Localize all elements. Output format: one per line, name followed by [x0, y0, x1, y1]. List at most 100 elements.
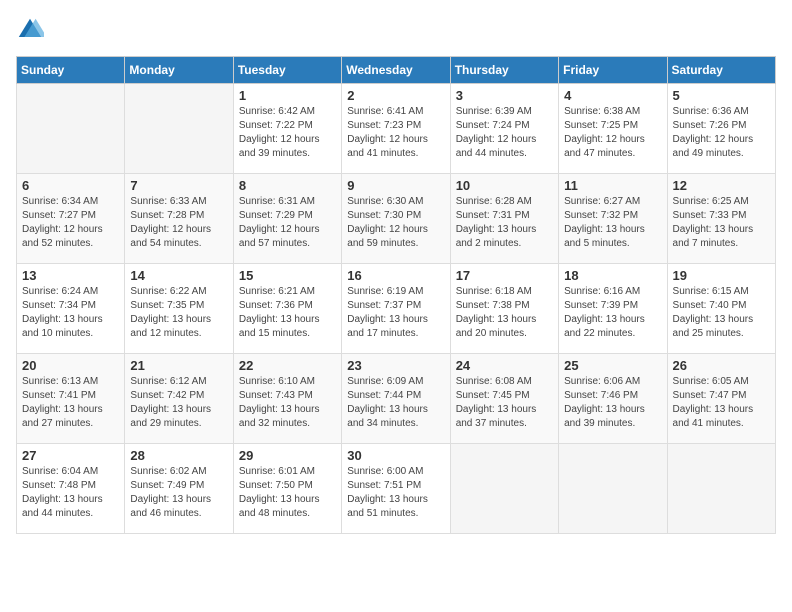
day-number: 18: [564, 268, 661, 283]
day-number: 10: [456, 178, 553, 193]
day-info: Sunrise: 6:38 AM Sunset: 7:25 PM Dayligh…: [564, 105, 661, 161]
day-info: Sunrise: 6:06 AM Sunset: 7:46 PM Dayligh…: [564, 375, 661, 431]
calendar-cell: 23 Sunrise: 6:09 AM Sunset: 7:44 PM Dayli…: [342, 354, 450, 444]
calendar-cell: 20Sunrise: 6:13 AM Sunset: 7:41 PM Dayli…: [17, 354, 125, 444]
day-info: Sunrise: 6:39 AM Sunset: 7:24 PM Dayligh…: [456, 105, 553, 161]
day-number: 3: [456, 88, 553, 103]
day-info: Sunrise: 6:08 AM Sunset: 7:45 PM Dayligh…: [456, 375, 553, 431]
calendar-cell: 6Sunrise: 6:34 AM Sunset: 7:27 PM Daylig…: [17, 174, 125, 264]
day-info: Sunrise: 6:30 AM Sunset: 7:30 PM Dayligh…: [347, 195, 444, 251]
logo: [16, 16, 48, 44]
day-info: Sunrise: 6:25 AM Sunset: 7:33 PM Dayligh…: [673, 195, 770, 251]
day-number: 19: [673, 268, 770, 283]
day-info: Sunrise: 6:01 AM Sunset: 7:50 PM Dayligh…: [239, 465, 336, 521]
col-header-tuesday: Tuesday: [233, 57, 341, 84]
calendar-cell: 28 Sunrise: 6:02 AM Sunset: 7:49 PM Dayli…: [125, 444, 233, 534]
day-info: Sunrise: 6:15 AM Sunset: 7:40 PM Dayligh…: [673, 285, 770, 341]
day-number: 27: [22, 448, 119, 463]
calendar-cell: 2 Sunrise: 6:41 AM Sunset: 7:23 PM Daylig…: [342, 84, 450, 174]
day-number: 11: [564, 178, 661, 193]
day-number: 24: [456, 358, 553, 373]
calendar-cell: 19 Sunrise: 6:15 AM Sunset: 7:40 PM Dayli…: [667, 264, 775, 354]
calendar-cell: 13 Sunrise: 6:24 AM Sunset: 7:34 PM Dayli…: [17, 264, 125, 354]
day-number: 23: [347, 358, 444, 373]
logo-icon: [16, 16, 44, 44]
day-info: Sunrise: 6:41 AM Sunset: 7:23 PM Dayligh…: [347, 105, 444, 161]
day-info: Sunrise: 6:36 AM Sunset: 7:26 PM Dayligh…: [673, 105, 770, 161]
calendar-cell: 30Sunrise: 6:00 AM Sunset: 7:51 PM Dayli…: [342, 444, 450, 534]
col-header-sunday: Sunday: [17, 57, 125, 84]
day-number: 7: [130, 178, 227, 193]
calendar-cell: 14Sunrise: 6:22 AM Sunset: 7:35 PM Dayli…: [125, 264, 233, 354]
calendar-week-5: 27 Sunrise: 6:04 AM Sunset: 7:48 PM Dayli…: [17, 444, 776, 534]
calendar-cell: 9 Sunrise: 6:30 AM Sunset: 7:30 PM Daylig…: [342, 174, 450, 264]
day-info: Sunrise: 6:42 AM Sunset: 7:22 PM Dayligh…: [239, 105, 336, 161]
day-info: Sunrise: 6:09 AM Sunset: 7:44 PM Dayligh…: [347, 375, 444, 431]
day-number: 9: [347, 178, 444, 193]
day-number: 14: [130, 268, 227, 283]
calendar-cell: 5 Sunrise: 6:36 AM Sunset: 7:26 PM Daylig…: [667, 84, 775, 174]
calendar-cell: 21 Sunrise: 6:12 AM Sunset: 7:42 PM Dayli…: [125, 354, 233, 444]
calendar-cell: [667, 444, 775, 534]
day-number: 21: [130, 358, 227, 373]
calendar-cell: 15 Sunrise: 6:21 AM Sunset: 7:36 PM Dayli…: [233, 264, 341, 354]
calendar-cell: 22Sunrise: 6:10 AM Sunset: 7:43 PM Dayli…: [233, 354, 341, 444]
day-number: 1: [239, 88, 336, 103]
calendar-cell: 26Sunrise: 6:05 AM Sunset: 7:47 PM Dayli…: [667, 354, 775, 444]
calendar-cell: 12Sunrise: 6:25 AM Sunset: 7:33 PM Dayli…: [667, 174, 775, 264]
day-number: 5: [673, 88, 770, 103]
day-info: Sunrise: 6:24 AM Sunset: 7:34 PM Dayligh…: [22, 285, 119, 341]
day-info: Sunrise: 6:16 AM Sunset: 7:39 PM Dayligh…: [564, 285, 661, 341]
calendar-cell: 7 Sunrise: 6:33 AM Sunset: 7:28 PM Daylig…: [125, 174, 233, 264]
day-number: 29: [239, 448, 336, 463]
calendar-cell: 24 Sunrise: 6:08 AM Sunset: 7:45 PM Dayli…: [450, 354, 558, 444]
col-header-wednesday: Wednesday: [342, 57, 450, 84]
calendar-cell: 17 Sunrise: 6:18 AM Sunset: 7:38 PM Dayli…: [450, 264, 558, 354]
day-number: 2: [347, 88, 444, 103]
calendar-cell: 25 Sunrise: 6:06 AM Sunset: 7:46 PM Dayli…: [559, 354, 667, 444]
day-number: 30: [347, 448, 444, 463]
calendar-week-3: 13 Sunrise: 6:24 AM Sunset: 7:34 PM Dayli…: [17, 264, 776, 354]
calendar-header-row: SundayMondayTuesdayWednesdayThursdayFrid…: [17, 57, 776, 84]
day-number: 28: [130, 448, 227, 463]
calendar-cell: [559, 444, 667, 534]
calendar-cell: 10 Sunrise: 6:28 AM Sunset: 7:31 PM Dayli…: [450, 174, 558, 264]
col-header-saturday: Saturday: [667, 57, 775, 84]
calendar-cell: 16Sunrise: 6:19 AM Sunset: 7:37 PM Dayli…: [342, 264, 450, 354]
day-info: Sunrise: 6:33 AM Sunset: 7:28 PM Dayligh…: [130, 195, 227, 251]
day-info: Sunrise: 6:28 AM Sunset: 7:31 PM Dayligh…: [456, 195, 553, 251]
day-number: 4: [564, 88, 661, 103]
day-info: Sunrise: 6:34 AM Sunset: 7:27 PM Dayligh…: [22, 195, 119, 251]
day-info: Sunrise: 6:18 AM Sunset: 7:38 PM Dayligh…: [456, 285, 553, 341]
col-header-friday: Friday: [559, 57, 667, 84]
day-info: Sunrise: 6:04 AM Sunset: 7:48 PM Dayligh…: [22, 465, 119, 521]
calendar-cell: 27 Sunrise: 6:04 AM Sunset: 7:48 PM Dayli…: [17, 444, 125, 534]
calendar-cell: 4 Sunrise: 6:38 AM Sunset: 7:25 PM Daylig…: [559, 84, 667, 174]
day-number: 13: [22, 268, 119, 283]
day-number: 8: [239, 178, 336, 193]
day-number: 25: [564, 358, 661, 373]
day-number: 26: [673, 358, 770, 373]
calendar-cell: 11Sunrise: 6:27 AM Sunset: 7:32 PM Dayli…: [559, 174, 667, 264]
calendar-table: SundayMondayTuesdayWednesdayThursdayFrid…: [16, 56, 776, 534]
calendar-cell: 3 Sunrise: 6:39 AM Sunset: 7:24 PM Daylig…: [450, 84, 558, 174]
day-number: 20: [22, 358, 119, 373]
day-info: Sunrise: 6:31 AM Sunset: 7:29 PM Dayligh…: [239, 195, 336, 251]
calendar-cell: 1 Sunrise: 6:42 AM Sunset: 7:22 PM Daylig…: [233, 84, 341, 174]
day-number: 17: [456, 268, 553, 283]
calendar-week-1: 1 Sunrise: 6:42 AM Sunset: 7:22 PM Daylig…: [17, 84, 776, 174]
day-info: Sunrise: 6:02 AM Sunset: 7:49 PM Dayligh…: [130, 465, 227, 521]
day-info: Sunrise: 6:19 AM Sunset: 7:37 PM Dayligh…: [347, 285, 444, 341]
calendar-cell: 8 Sunrise: 6:31 AM Sunset: 7:29 PM Daylig…: [233, 174, 341, 264]
calendar-week-4: 20Sunrise: 6:13 AM Sunset: 7:41 PM Dayli…: [17, 354, 776, 444]
day-info: Sunrise: 6:12 AM Sunset: 7:42 PM Dayligh…: [130, 375, 227, 431]
page-header: [16, 16, 776, 44]
calendar-cell: [450, 444, 558, 534]
col-header-thursday: Thursday: [450, 57, 558, 84]
day-number: 22: [239, 358, 336, 373]
day-info: Sunrise: 6:21 AM Sunset: 7:36 PM Dayligh…: [239, 285, 336, 341]
calendar-cell: 18 Sunrise: 6:16 AM Sunset: 7:39 PM Dayli…: [559, 264, 667, 354]
day-number: 15: [239, 268, 336, 283]
calendar-cell: [125, 84, 233, 174]
calendar-week-2: 6Sunrise: 6:34 AM Sunset: 7:27 PM Daylig…: [17, 174, 776, 264]
